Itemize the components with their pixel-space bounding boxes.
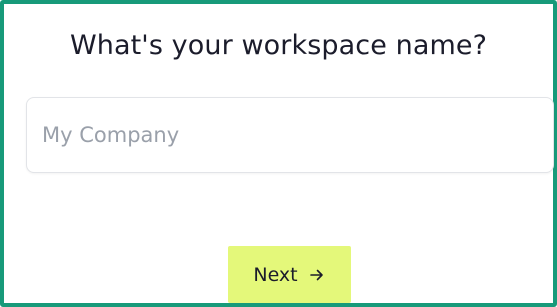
workspace-name-dialog: What's your workspace name? Next [0, 0, 557, 307]
workspace-name-field-container [26, 97, 554, 173]
workspace-name-input[interactable] [27, 98, 553, 172]
next-button[interactable]: Next [228, 246, 351, 303]
arrow-right-icon [308, 266, 326, 284]
page-title: What's your workspace name? [69, 30, 488, 61]
next-button-label: Next [253, 263, 298, 286]
